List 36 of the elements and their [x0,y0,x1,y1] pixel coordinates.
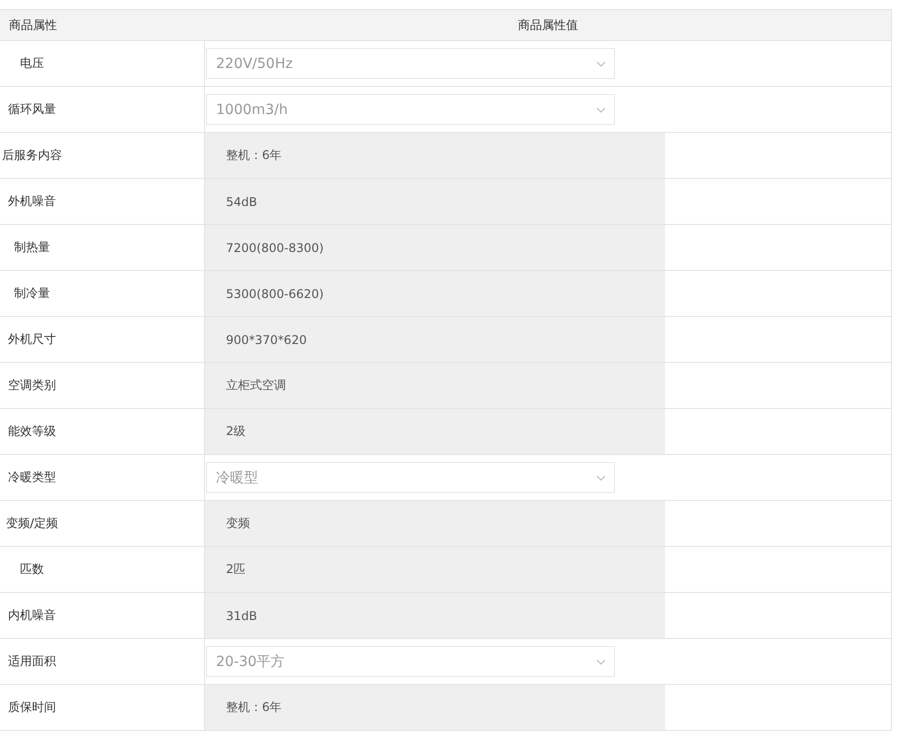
attribute-label: 外机尺寸 [7,331,57,348]
select-field[interactable]: 220V/50Hz [206,48,615,79]
attribute-label: 能效等级 [7,423,57,440]
value-text: 7200(800-8300) [226,240,324,254]
attribute-label: 电压 [19,55,45,72]
attribute-label: 匹数 [19,561,45,578]
attribute-label: 质保时间 [7,699,57,716]
value-text: 2匹 [226,561,246,578]
attribute-label: 后服务内容 [1,147,63,164]
attribute-label: 适用面积 [7,653,57,670]
attribute-label: 制冷量 [13,285,51,302]
value-text: 整机：6年 [226,699,282,716]
value-text: 900*370*620 [226,332,307,346]
column-header: 商品属性值 [518,16,578,34]
value-text: 31dB [226,608,258,622]
attribute-label: 内机噪音 [7,607,57,624]
select-field[interactable]: 1000m3/h [206,94,615,125]
caret-icon [596,60,606,66]
attribute-label: 外机噪音 [7,193,57,210]
attribute-label: 冷暖类型 [7,469,57,486]
value-text: 整机：6年 [226,147,282,164]
caret-icon [596,106,606,112]
select-field[interactable]: 20-30平方 [206,646,615,677]
value-text: 2级 [226,423,246,440]
value-text: 5300(800-6620) [226,286,324,300]
value-text: 变频 [226,515,250,532]
attribute-label: 空调类别 [7,377,57,394]
value-text: 54dB [226,194,258,208]
attribute-label: 制热量 [13,239,51,256]
attribute-label: 循环风量 [7,101,57,118]
select-field[interactable]: 冷暖型 [206,462,615,493]
caret-icon [596,474,606,480]
caret-icon [596,658,606,664]
column-header: 商品属性 [8,16,58,34]
attribute-label: 变频/定频 [4,515,60,532]
value-text: 立柜式空调 [226,377,286,394]
